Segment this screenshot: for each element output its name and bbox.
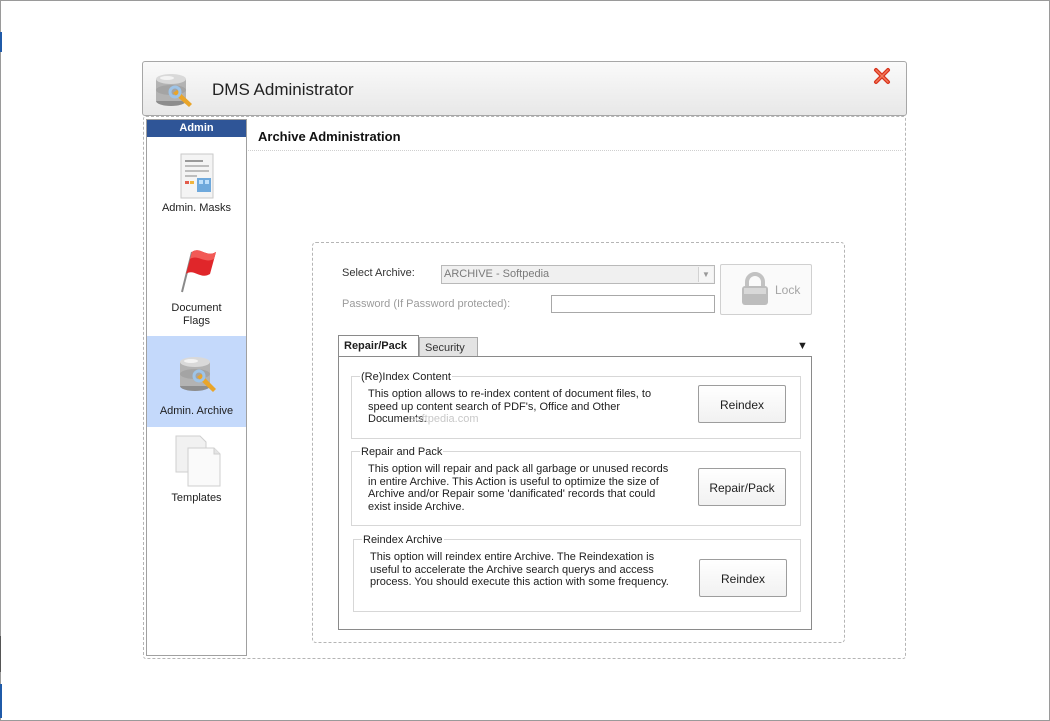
left-edge-marker — [0, 684, 2, 718]
repair-pack-tab-panel: (Re)Index Content This option allows to … — [338, 356, 812, 630]
sidebar-item-document-flags[interactable]: Document Flags — [147, 244, 246, 334]
password-label: Password (If Password protected): — [342, 298, 511, 310]
reindex-content-group: (Re)Index Content This option allows to … — [351, 371, 801, 439]
group-description: This option will repair and pack all gar… — [368, 463, 669, 513]
sidebar-item-label: Admin. Masks — [161, 202, 232, 214]
select-archive-label: Select Archive: — [342, 267, 415, 279]
database-wrench-icon — [179, 357, 216, 392]
reindex-archive-group: Reindex Archive This option will reindex… — [353, 534, 801, 612]
sidebar-item-templates[interactable]: Templates — [147, 434, 246, 514]
templates-pages-icon — [175, 435, 220, 487]
divider — [248, 150, 903, 151]
watermark: softpedia.com — [410, 413, 479, 425]
padlock-icon — [742, 272, 768, 305]
group-title: Reindex Archive — [362, 534, 444, 546]
admin-sidebar: Admin Admin. Masks Document Flags Admin.… — [146, 119, 247, 656]
reindex-content-button[interactable]: Reindex — [698, 385, 786, 423]
close-icon[interactable] — [873, 67, 891, 85]
sidebar-item-admin-masks[interactable]: Admin. Masks — [147, 152, 246, 227]
sidebar-header: Admin — [147, 120, 246, 137]
lock-label: Lock — [775, 283, 801, 297]
title-bar: DMS Administrator — [142, 61, 907, 116]
red-flag-icon — [180, 250, 216, 293]
left-edge-marker — [0, 32, 2, 52]
dms-administrator-window: DMS Administrator Admin Admin. Masks Doc… — [142, 61, 907, 659]
archive-select-value: ARCHIVE - Softpedia — [444, 268, 550, 280]
sidebar-item-label: Templates — [171, 492, 222, 504]
tab-dropdown-arrow-icon[interactable]: ▼ — [797, 340, 808, 352]
repair-pack-button[interactable]: Repair/Pack — [698, 468, 786, 506]
page-title: Archive Administration — [258, 129, 401, 144]
sidebar-item-admin-archive[interactable]: Admin. Archive — [147, 336, 246, 427]
left-edge-marker — [0, 636, 1, 672]
chevron-down-icon[interactable]: ▼ — [698, 267, 713, 282]
reindex-archive-button[interactable]: Reindex — [699, 559, 787, 597]
lock-button[interactable]: Lock — [720, 264, 812, 315]
sidebar-item-label: Flags — [183, 315, 210, 327]
group-description: This option will reindex entire Archive.… — [370, 551, 669, 588]
password-input[interactable] — [551, 295, 715, 313]
sidebar-item-label: Admin. Archive — [159, 405, 234, 417]
tab-repair-pack[interactable]: Repair/Pack — [338, 335, 419, 356]
window-title: DMS Administrator — [212, 80, 354, 99]
tab-security[interactable]: Security — [419, 337, 478, 357]
group-title: (Re)Index Content — [360, 371, 452, 383]
window-body: Admin Admin. Masks Document Flags Admin.… — [143, 116, 906, 659]
document-masks-icon — [180, 153, 213, 199]
repair-and-pack-group: Repair and Pack This option will repair … — [351, 446, 801, 526]
group-title: Repair and Pack — [360, 446, 444, 458]
sidebar-item-label: Document — [171, 302, 222, 314]
archive-panel: Select Archive: ARCHIVE - Softpedia ▼ Pa… — [312, 242, 845, 643]
database-wrench-icon — [156, 74, 192, 107]
archive-select[interactable]: ARCHIVE - Softpedia ▼ — [441, 265, 715, 284]
